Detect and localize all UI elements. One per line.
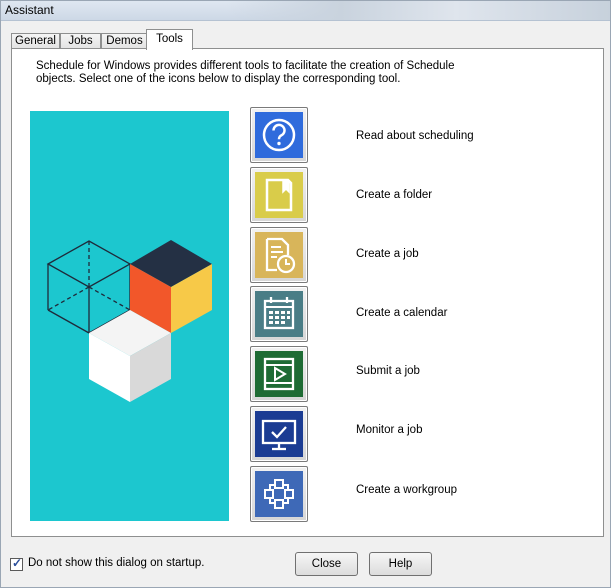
window-title: Assistant: [5, 3, 54, 17]
job-icon: [255, 232, 303, 278]
tool-label-create-job[interactable]: Create a job: [356, 248, 419, 260]
help-button[interactable]: Help: [369, 552, 432, 576]
create-workgroup-button[interactable]: [250, 466, 308, 522]
folder-icon: [255, 172, 303, 218]
tab-jobs[interactable]: Jobs: [60, 33, 101, 49]
title-bar: Assistant: [1, 1, 610, 21]
tool-label-submit-job[interactable]: Submit a job: [356, 365, 420, 377]
tool-label-monitor-job[interactable]: Monitor a job: [356, 424, 422, 436]
assistant-window: Assistant General Jobs Demos Tools Sched…: [0, 0, 611, 588]
tools-panel: Schedule for Windows provides different …: [11, 48, 604, 537]
tool-label-create-folder[interactable]: Create a folder: [356, 189, 432, 201]
title-bar-background: [226, 1, 610, 20]
tab-demos[interactable]: Demos: [101, 33, 148, 49]
startup-checkbox-label[interactable]: Do not show this dialog on startup.: [28, 557, 204, 569]
create-job-button[interactable]: [250, 227, 308, 283]
intro-line-1: Schedule for Windows provides different …: [36, 60, 455, 72]
submit-job-button[interactable]: [250, 346, 308, 402]
startup-checkbox[interactable]: ✓: [10, 556, 23, 571]
create-calendar-button[interactable]: [250, 286, 308, 342]
monitor-icon: [255, 411, 303, 457]
checkmark-icon: ✓: [12, 556, 23, 570]
read-about-scheduling-button[interactable]: [250, 107, 308, 163]
intro-line-2: objects. Select one of the icons below t…: [36, 73, 401, 85]
tab-general[interactable]: General: [11, 33, 60, 49]
help-icon: [255, 112, 303, 158]
calendar-icon: [255, 291, 303, 337]
play-icon: [255, 351, 303, 397]
workgroup-icon: [255, 471, 303, 517]
tool-label-create-workgroup[interactable]: Create a workgroup: [356, 484, 457, 496]
cubes-graphic: [46, 240, 212, 402]
create-folder-button[interactable]: [250, 167, 308, 223]
intro-text: Schedule for Windows provides different …: [36, 60, 456, 86]
close-button[interactable]: Close: [295, 552, 358, 576]
cubes-illustration: [30, 111, 229, 521]
monitor-job-button[interactable]: [250, 406, 308, 462]
tool-label-read-about-scheduling[interactable]: Read about scheduling: [356, 130, 474, 142]
dialog-footer: ✓ Do not show this dialog on startup. Cl…: [1, 549, 610, 587]
tab-tools[interactable]: Tools: [146, 29, 193, 50]
tool-label-create-calendar[interactable]: Create a calendar: [356, 307, 447, 319]
